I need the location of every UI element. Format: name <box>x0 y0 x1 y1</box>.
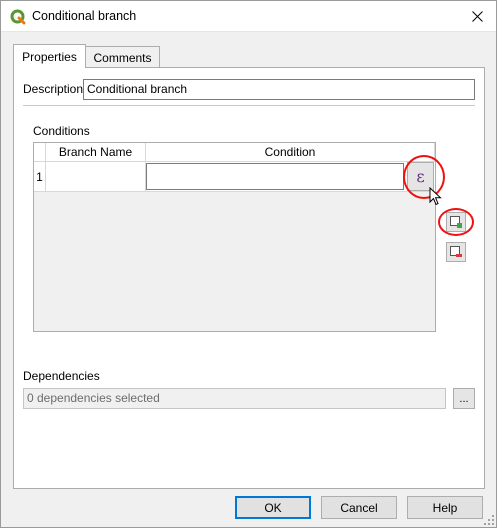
divider <box>23 105 475 106</box>
highlight-circle-add <box>438 208 474 236</box>
conditions-table: Branch Name Condition 1 ε <box>33 142 436 332</box>
close-button[interactable] <box>461 3 493 30</box>
resize-grip-icon[interactable] <box>483 514 495 526</box>
conditions-label: Conditions <box>33 124 90 138</box>
condition-input[interactable] <box>146 163 404 190</box>
branch-name-cell[interactable] <box>46 162 146 192</box>
description-label: Description <box>23 82 84 96</box>
tab-properties[interactable]: Properties <box>13 44 86 68</box>
close-icon <box>471 11 483 22</box>
conditional-branch-dialog: Conditional branch Properties Comments D… <box>0 0 497 528</box>
row-number[interactable]: 1 <box>34 162 46 192</box>
window-title: Conditional branch <box>32 9 137 23</box>
mouse-cursor-icon <box>429 187 442 206</box>
remove-row-button[interactable] <box>446 242 466 262</box>
qgis-logo-icon <box>10 9 26 25</box>
ok-button[interactable]: OK <box>235 496 311 519</box>
column-header-condition[interactable]: Condition <box>146 143 435 162</box>
dependencies-label: Dependencies <box>23 369 100 383</box>
table-corner[interactable] <box>34 143 46 162</box>
condition-cell: ε <box>146 162 435 192</box>
cancel-button[interactable]: Cancel <box>321 496 397 519</box>
column-header-branch-name[interactable]: Branch Name <box>46 143 146 162</box>
tab-comments[interactable]: Comments <box>86 46 160 68</box>
dependencies-field: 0 dependencies selected <box>23 388 446 409</box>
description-input[interactable]: Conditional branch <box>83 79 475 100</box>
remove-row-icon <box>450 246 462 257</box>
dependencies-browse-button[interactable]: ... <box>453 388 475 409</box>
title-bar: Conditional branch <box>1 1 496 32</box>
help-button[interactable]: Help <box>407 496 483 519</box>
